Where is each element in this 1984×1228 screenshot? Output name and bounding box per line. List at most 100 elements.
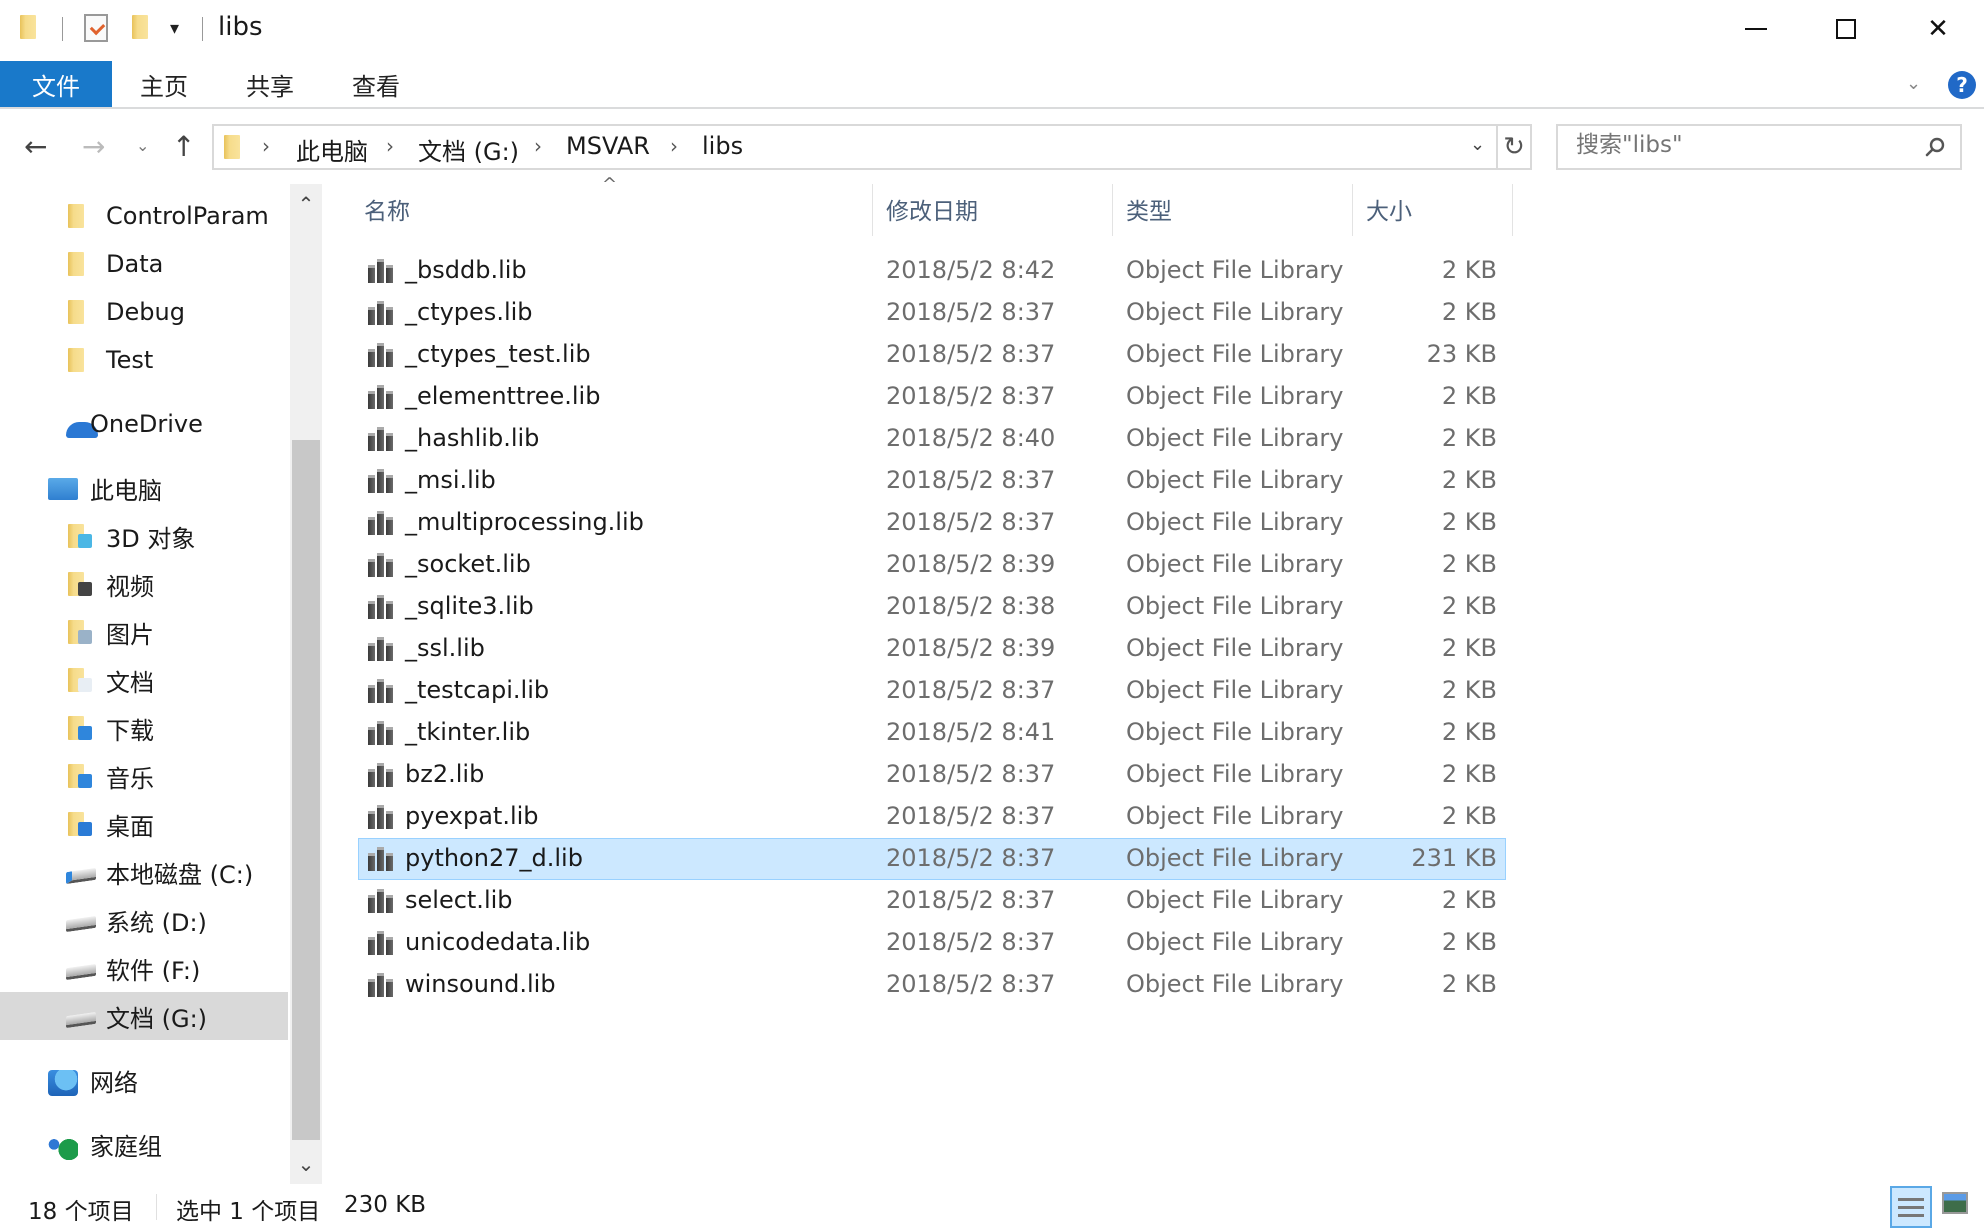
sidebar-item[interactable]: 此电脑: [0, 464, 288, 512]
breadcrumb-drive-g[interactable]: 文档 (G:): [418, 132, 519, 167]
sidebar-item-label: 此电脑: [90, 476, 162, 505]
column-header-name[interactable]: 名称: [364, 184, 864, 234]
file-row[interactable]: _testcapi.lib 2018/5/2 8:37 Object File Li…: [358, 670, 1506, 712]
column-header-type[interactable]: 类型: [1126, 184, 1346, 234]
file-row[interactable]: _bsddb.lib 2018/5/2 8:42 Object File Libra…: [358, 250, 1506, 292]
breadcrumb-this-pc[interactable]: 此电脑: [296, 132, 368, 167]
tab-home[interactable]: 主页: [124, 61, 204, 107]
details-view-button[interactable]: [1890, 1186, 1932, 1228]
file-row[interactable]: _hashlib.lib 2018/5/2 8:40 Object File Lib…: [358, 418, 1506, 460]
column-divider[interactable]: [1112, 184, 1113, 236]
file-row[interactable]: _msi.lib 2018/5/2 8:37 Object File Library…: [358, 460, 1506, 502]
sidebar-scrollbar-thumb[interactable]: [292, 440, 320, 1140]
back-button[interactable]: ←: [24, 130, 47, 163]
help-icon[interactable]: ?: [1948, 71, 1976, 99]
breadcrumb-chevron-icon[interactable]: ›: [534, 134, 542, 158]
file-row[interactable]: _socket.lib 2018/5/2 8:39 Object File Libr…: [358, 544, 1506, 586]
sidebar-item[interactable]: ControlParam: [0, 192, 288, 240]
file-row[interactable]: _ssl.lib 2018/5/2 8:39 Object File Library…: [358, 628, 1506, 670]
sidebar-item[interactable]: Data: [0, 240, 288, 288]
sidebar-item-label: 3D 对象: [106, 524, 196, 553]
breadcrumb-chevron-icon[interactable]: ›: [262, 134, 270, 158]
tab-view[interactable]: 查看: [336, 61, 416, 107]
file-row[interactable]: _multiprocessing.lib 2018/5/2 8:37 Object …: [358, 502, 1506, 544]
scroll-down-button[interactable]: ⌄: [290, 1144, 322, 1184]
recent-locations-icon[interactable]: ⌄: [136, 136, 149, 155]
file-row[interactable]: pyexpat.lib 2018/5/2 8:37 Object File Libr…: [358, 796, 1506, 838]
minimize-button[interactable]: [1710, 0, 1802, 58]
tab-file[interactable]: 文件: [0, 61, 112, 107]
column-divider[interactable]: [1352, 184, 1353, 236]
refresh-button[interactable]: ↻: [1498, 124, 1532, 170]
properties-icon[interactable]: [84, 14, 108, 42]
new-folder-icon[interactable]: [132, 15, 148, 39]
file-row[interactable]: python27_d.lib 2018/5/2 8:37 Object File L…: [358, 838, 1506, 880]
file-size: 2 KB: [1441, 256, 1497, 284]
sidebar-item[interactable]: 音乐: [0, 752, 288, 800]
file-date: 2018/5/2 8:37: [886, 802, 1056, 830]
file-row[interactable]: select.lib 2018/5/2 8:37 Object File Libra…: [358, 880, 1506, 922]
music-icon: [68, 764, 92, 788]
sidebar-item[interactable]: 3D 对象: [0, 512, 288, 560]
file-row[interactable]: bz2.lib 2018/5/2 8:37 Object File Library 2…: [358, 754, 1506, 796]
breadcrumb-chevron-icon[interactable]: ›: [670, 134, 678, 158]
breadcrumb-msvar[interactable]: MSVAR: [566, 132, 650, 160]
library-file-icon-book: [368, 643, 375, 661]
column-divider[interactable]: [1512, 184, 1513, 236]
details-view-icon-line: [1898, 1206, 1924, 1209]
file-date: 2018/5/2 8:39: [886, 634, 1056, 662]
sidebar-item[interactable]: 图片: [0, 608, 288, 656]
sidebar-item[interactable]: 系统 (D:): [0, 896, 288, 944]
file-row[interactable]: _sqlite3.lib 2018/5/2 8:38 Object File Lib…: [358, 586, 1506, 628]
large-icons-view-button[interactable]: [1942, 1192, 1968, 1214]
sidebar-item[interactable]: Debug: [0, 288, 288, 336]
breadcrumb-libs[interactable]: libs: [702, 132, 743, 160]
file-row[interactable]: _ctypes.lib 2018/5/2 8:37 Object File Libr…: [358, 292, 1506, 334]
file-size: 2 KB: [1441, 676, 1497, 704]
search-box[interactable]: [1556, 124, 1962, 170]
scroll-up-button[interactable]: ⌃: [290, 184, 322, 224]
sidebar-item[interactable]: 家庭组: [0, 1120, 288, 1168]
library-file-icon-book: [368, 349, 375, 367]
library-file-icon-book: [377, 847, 384, 871]
library-file-icon-book: [386, 811, 393, 829]
sidebar-item-label: 文档: [106, 668, 154, 697]
quick-access-dropdown-icon[interactable]: ▾: [170, 18, 179, 39]
library-file-icon: [368, 889, 394, 913]
breadcrumb-chevron-icon[interactable]: ›: [386, 134, 394, 158]
file-row[interactable]: _ctypes_test.lib 2018/5/2 8:37 Object File…: [358, 334, 1506, 376]
sidebar-item[interactable]: 桌面: [0, 800, 288, 848]
forward-button[interactable]: →: [82, 130, 105, 163]
close-button[interactable]: ✕: [1892, 0, 1984, 58]
divider: [156, 1194, 157, 1220]
sidebar-item[interactable]: 文档 (G:): [0, 992, 288, 1040]
search-input[interactable]: [1576, 132, 1896, 158]
sidebar-item[interactable]: 软件 (F:): [0, 944, 288, 992]
tab-share[interactable]: 共享: [230, 61, 310, 107]
maximize-button[interactable]: [1800, 0, 1892, 58]
file-row[interactable]: unicodedata.lib 2018/5/2 8:37 Object File …: [358, 922, 1506, 964]
address-dropdown-icon[interactable]: ⌄: [1470, 134, 1485, 155]
column-header-size[interactable]: 大小: [1366, 184, 1496, 234]
file-size: 2 KB: [1441, 802, 1497, 830]
sidebar-item[interactable]: 网络: [0, 1056, 288, 1104]
column-header-date[interactable]: 修改日期: [886, 184, 1106, 234]
file-name: _msi.lib: [405, 466, 496, 494]
address-bar[interactable]: › 此电脑 › 文档 (G:) › MSVAR › libs ⌄: [212, 124, 1498, 170]
sidebar-item[interactable]: OneDrive: [0, 400, 288, 448]
sidebar-item[interactable]: 文档: [0, 656, 288, 704]
column-divider[interactable]: [872, 184, 873, 236]
file-row[interactable]: _tkinter.lib 2018/5/2 8:41 Object File Lib…: [358, 712, 1506, 754]
sidebar-item[interactable]: Test: [0, 336, 288, 384]
sidebar-item[interactable]: 视频: [0, 560, 288, 608]
expand-ribbon-icon[interactable]: ⌄: [1906, 73, 1921, 94]
sidebar-item[interactable]: 下载: [0, 704, 288, 752]
library-file-icon-book: [368, 853, 375, 871]
file-size: 2 KB: [1441, 634, 1497, 662]
sidebar-item[interactable]: 本地磁盘 (C:): [0, 848, 288, 896]
up-button[interactable]: ↑: [172, 130, 195, 163]
library-file-icon-book: [386, 979, 393, 997]
file-row[interactable]: _elementtree.lib 2018/5/2 8:37 Object File…: [358, 376, 1506, 418]
file-row[interactable]: winsound.lib 2018/5/2 8:37 Object File Lib…: [358, 964, 1506, 1006]
search-icon[interactable]: [1924, 136, 1946, 158]
